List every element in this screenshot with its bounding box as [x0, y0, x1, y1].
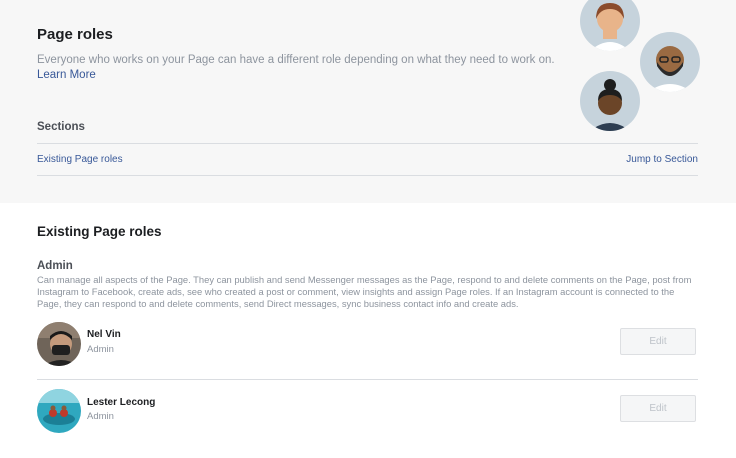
admin-role-description: Can manage all aspects of the Page. They… — [37, 274, 692, 309]
section-link-existing-page-roles[interactable]: Existing Page roles — [37, 154, 123, 165]
person-illustration-woman-icon — [580, 0, 640, 51]
admin-role-title: Admin — [37, 260, 73, 272]
page-title: Page roles — [37, 26, 113, 43]
avatar[interactable] — [37, 322, 81, 366]
divider — [37, 143, 698, 144]
learn-more-link[interactable]: Learn More — [37, 69, 96, 81]
person-role: Admin — [87, 411, 114, 422]
person-name[interactable]: Nel Vin — [87, 329, 121, 340]
person-illustration-bearded-man-icon — [640, 32, 700, 92]
jump-to-section-link[interactable]: Jump to Section — [626, 154, 698, 165]
avatar[interactable] — [37, 389, 81, 433]
divider — [37, 379, 698, 380]
divider — [37, 175, 698, 176]
person-name[interactable]: Lester Lecong — [87, 397, 155, 408]
person-role: Admin — [87, 344, 114, 355]
edit-button[interactable]: Edit — [620, 328, 696, 355]
sections-label: Sections — [37, 121, 85, 133]
page-roles-header: Page roles Everyone who works on your Pa… — [0, 0, 736, 203]
person-illustration-woman-bun-icon — [580, 71, 640, 131]
edit-button[interactable]: Edit — [620, 395, 696, 422]
existing-page-roles-heading: Existing Page roles — [37, 224, 162, 239]
page-roles-description: Everyone who works on your Page can have… — [37, 54, 555, 66]
